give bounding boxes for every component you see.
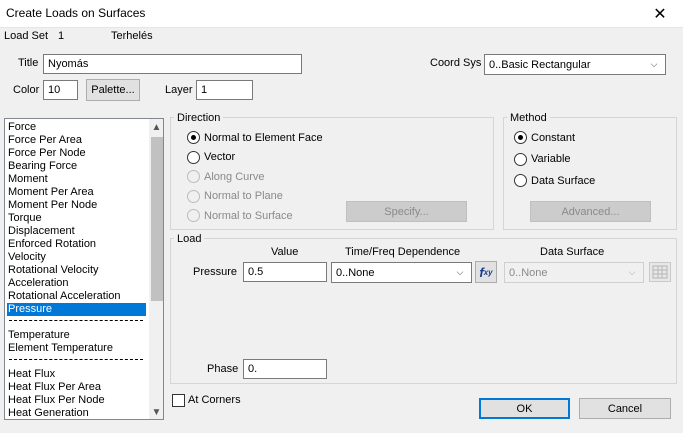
list-item[interactable]: Moment xyxy=(7,173,48,186)
data-surface-column-header: Data Surface xyxy=(540,246,605,258)
direction-title: Direction xyxy=(174,112,224,124)
list-item[interactable]: Torque xyxy=(7,212,42,225)
palette-button[interactable]: Palette... xyxy=(86,79,140,101)
list-item[interactable]: Displacement xyxy=(7,225,75,238)
specify-button[interactable]: Specify... xyxy=(346,201,467,222)
direction-radio-label: Normal to Plane xyxy=(204,190,283,202)
color-label: Color xyxy=(13,84,40,96)
close-icon[interactable]: ✕ xyxy=(637,0,683,28)
function-icon[interactable]: f xy xyxy=(475,261,497,283)
chevron-down-icon: ⌵ xyxy=(650,59,658,69)
load-title: Load xyxy=(174,233,205,245)
chevron-down-icon: ⌵ xyxy=(456,267,464,277)
radio-circle-icon xyxy=(187,150,200,164)
method-radio[interactable]: Constant xyxy=(514,131,575,144)
direction-radio[interactable]: Normal to Plane xyxy=(187,189,283,203)
direction-radio-label: Normal to Element Face xyxy=(204,131,323,144)
value-column-header: Value xyxy=(271,246,299,258)
layer-input[interactable]: 1 xyxy=(196,80,253,100)
data-surface-value: 0..None xyxy=(509,266,548,279)
coord-sys-value: 0..Basic Rectangular xyxy=(489,58,591,71)
cancel-button[interactable]: Cancel xyxy=(579,398,671,419)
list-scrollbar[interactable]: ▲ ▼ xyxy=(149,119,163,419)
load-set-label: Load Set xyxy=(4,30,49,42)
data-surface-grid-icon[interactable] xyxy=(649,262,671,282)
title-input[interactable]: Nyomás xyxy=(43,54,302,74)
list-item[interactable]: Velocity xyxy=(7,251,46,264)
list-item[interactable]: Rotational Velocity xyxy=(7,264,99,277)
radio-circle-icon xyxy=(187,209,200,222)
direction-radio-label: Vector xyxy=(204,151,236,163)
pressure-label: Pressure xyxy=(193,266,238,278)
direction-radio[interactable]: Normal to Surface xyxy=(187,209,293,222)
radio-circle-icon xyxy=(187,189,200,203)
list-item[interactable]: Rotational Acceleration xyxy=(7,290,121,303)
list-item[interactable]: Heat Flux Per Node xyxy=(7,394,105,407)
window-title: Create Loads on Surfaces xyxy=(6,6,146,20)
list-item[interactable]: Temperature xyxy=(7,329,70,342)
list-item[interactable]: Force Per Area xyxy=(7,134,82,147)
radio-circle-icon xyxy=(514,131,527,144)
scroll-thumb[interactable] xyxy=(151,137,163,301)
at-corners-label: At Corners xyxy=(188,394,241,406)
radio-circle-icon xyxy=(514,174,527,187)
list-item[interactable]: Force xyxy=(7,121,36,134)
list-item[interactable]: Heat Flux xyxy=(7,368,55,381)
at-corners-checkbox[interactable] xyxy=(172,394,185,407)
time-dependence-value: 0..None xyxy=(336,266,375,279)
function-xy-glyph: xy xyxy=(483,267,493,277)
title-bar: Create Loads on Surfaces ✕ xyxy=(0,0,683,28)
pressure-value-input[interactable]: 0.5 xyxy=(243,262,327,282)
radio-circle-icon xyxy=(187,131,200,144)
coord-sys-label: Coord Sys xyxy=(430,57,482,69)
load-set-name: Terhelés xyxy=(111,30,153,42)
layer-label: Layer xyxy=(165,84,193,96)
list-item[interactable]: Enforced Rotation xyxy=(7,238,96,251)
method-radio[interactable]: Variable xyxy=(514,152,571,166)
phase-input[interactable]: 0. xyxy=(243,359,327,379)
load-type-list[interactable]: Force Force Per Area Force Per Node Bearing… xyxy=(4,118,164,420)
direction-radio[interactable]: Normal to Element Face xyxy=(187,131,323,144)
scroll-up-icon[interactable]: ▲ xyxy=(149,119,163,135)
list-separator xyxy=(9,359,143,360)
direction-radio[interactable]: Along Curve xyxy=(187,170,265,183)
time-dependence-select[interactable]: 0..None ⌵ xyxy=(331,262,472,283)
list-item[interactable]: Element Temperature xyxy=(7,342,113,355)
method-radio[interactable]: Data Surface xyxy=(514,174,595,187)
list-separator xyxy=(9,320,143,321)
list-item[interactable]: Moment Per Area xyxy=(7,186,94,199)
radio-circle-icon xyxy=(187,170,200,183)
direction-radio[interactable]: Vector xyxy=(187,150,236,164)
list-item[interactable]: Heat Generation xyxy=(7,407,89,419)
method-radio-label: Variable xyxy=(531,153,571,165)
direction-radio-label: Normal to Surface xyxy=(204,209,293,222)
color-input[interactable]: 10 xyxy=(43,80,78,100)
load-set-value: 1 xyxy=(58,30,65,42)
coord-sys-select[interactable]: 0..Basic Rectangular ⌵ xyxy=(484,54,666,75)
direction-radio-label: Along Curve xyxy=(204,170,265,183)
list-item[interactable]: Moment Per Node xyxy=(7,199,97,212)
scroll-down-icon[interactable]: ▼ xyxy=(149,404,163,419)
ok-button[interactable]: OK xyxy=(479,398,570,419)
radio-circle-icon xyxy=(514,152,527,166)
list-item[interactable]: Bearing Force xyxy=(7,160,77,173)
list-item[interactable]: Acceleration xyxy=(7,277,69,290)
list-item[interactable]: Heat Flux Per Area xyxy=(7,381,101,394)
method-radio-label: Data Surface xyxy=(531,174,596,187)
chevron-down-icon: ⌵ xyxy=(628,267,636,277)
list-item[interactable]: Pressure xyxy=(7,303,146,316)
list-item[interactable]: Force Per Node xyxy=(7,147,86,160)
title-label: Title xyxy=(18,57,39,69)
data-surface-select[interactable]: 0..None ⌵ xyxy=(504,262,644,283)
advanced-button[interactable]: Advanced... xyxy=(530,201,651,222)
method-title: Method xyxy=(507,112,550,124)
time-freq-column-header: Time/Freq Dependence xyxy=(345,246,461,258)
method-radio-label: Constant xyxy=(531,131,576,144)
phase-label: Phase xyxy=(207,363,239,375)
